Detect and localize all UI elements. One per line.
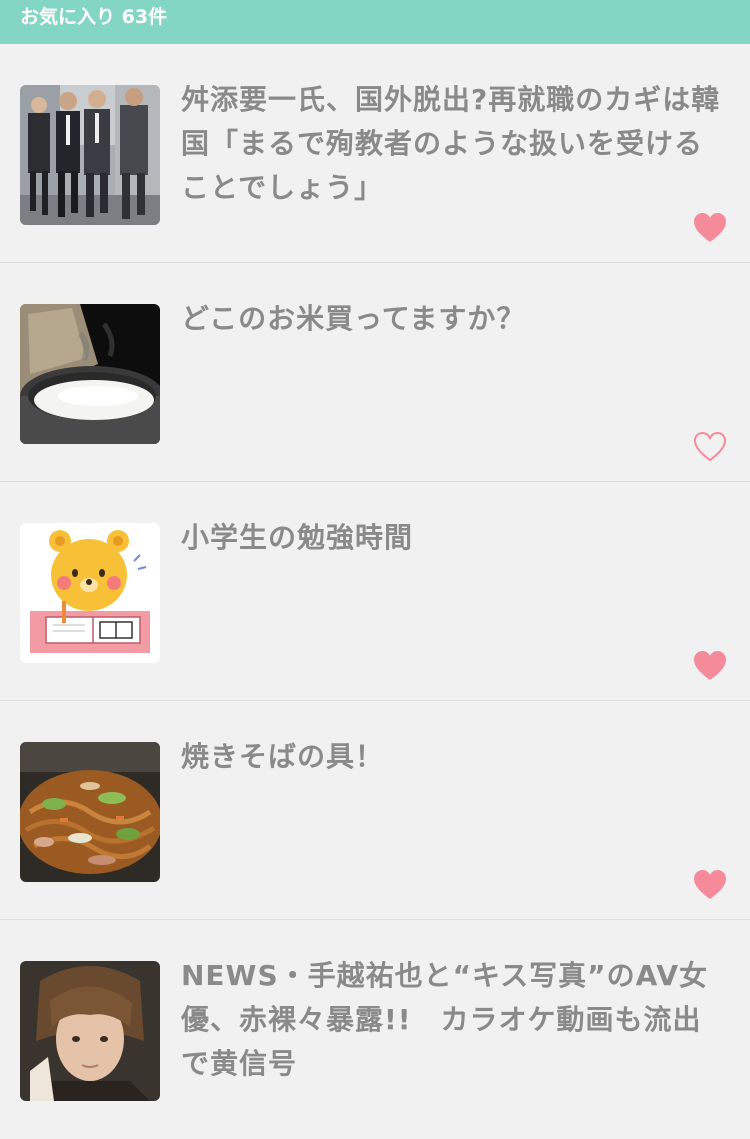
favorite-toggle[interactable] bbox=[693, 869, 727, 901]
item-title[interactable]: 舛添要一氏、国外脱出?再就職のカギは韓国「まるで殉教者のような扱いを受けることで… bbox=[181, 78, 729, 210]
favorite-toggle[interactable] bbox=[693, 650, 727, 682]
list-item[interactable]: 焼きそばの具！ bbox=[0, 701, 750, 920]
item-thumbnail bbox=[20, 742, 160, 882]
favorites-list: 舛添要一氏、国外脱出?再就職のカギは韓国「まるで殉教者のような扱いを受けることで… bbox=[0, 44, 750, 1139]
item-thumbnail bbox=[20, 304, 160, 444]
item-title[interactable]: どこのお米買ってますか？ bbox=[181, 297, 729, 341]
yakisoba-photo bbox=[20, 742, 160, 882]
item-thumbnail bbox=[20, 85, 160, 225]
heart-outline-icon bbox=[693, 431, 727, 462]
header-bar: お気に入り 63件 bbox=[0, 0, 750, 44]
item-title[interactable]: 焼きそばの具！ bbox=[181, 735, 729, 779]
list-item[interactable]: 小学生の勉強時間 bbox=[0, 482, 750, 701]
list-item[interactable]: どこのお米買ってますか？ bbox=[0, 263, 750, 482]
favorites-count-title: お気に入り 63件 bbox=[20, 6, 168, 28]
item-thumbnail bbox=[20, 961, 160, 1101]
list-item[interactable]: NEWS・手越祐也と“キス写真”のAV女優、赤裸々暴露!! カラオケ動画も流出で… bbox=[0, 920, 750, 1139]
singer-portrait-photo bbox=[20, 961, 160, 1101]
heart-filled-icon bbox=[694, 651, 726, 680]
heart-filled-icon bbox=[694, 870, 726, 899]
favorite-toggle[interactable] bbox=[693, 431, 727, 463]
item-title[interactable]: 小学生の勉強時間 bbox=[181, 516, 729, 560]
rice-cooker-photo bbox=[20, 304, 160, 444]
item-title[interactable]: NEWS・手越祐也と“キス写真”のAV女優、赤裸々暴露!! カラオケ動画も流出で… bbox=[181, 954, 729, 1086]
list-item[interactable]: 舛添要一氏、国外脱出?再就職のカギは韓国「まるで殉教者のような扱いを受けることで… bbox=[0, 44, 750, 263]
favorite-toggle[interactable] bbox=[693, 212, 727, 244]
heart-filled-icon bbox=[694, 213, 726, 242]
item-thumbnail bbox=[20, 523, 160, 663]
bear-studying-illustration bbox=[20, 523, 160, 663]
businessmen-walking-photo bbox=[20, 85, 160, 225]
